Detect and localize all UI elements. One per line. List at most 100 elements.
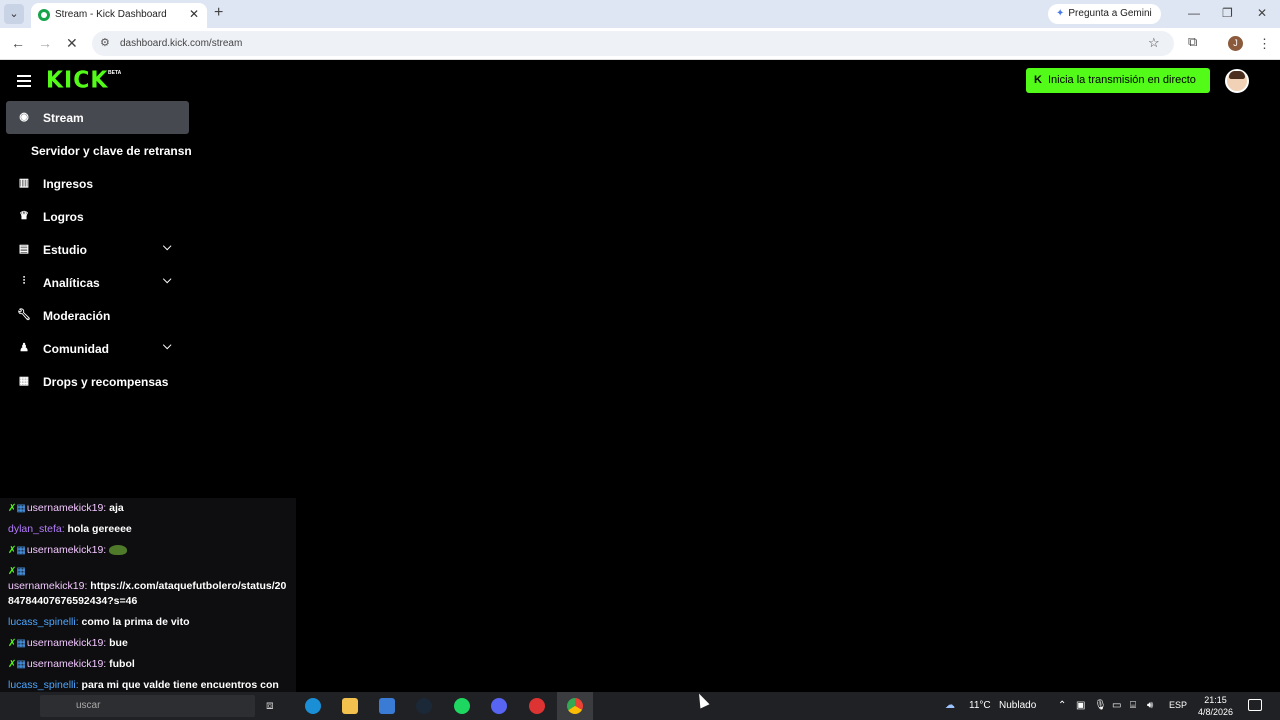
chat-text: como la prima de vito <box>81 616 190 628</box>
sidebar-item-label: Stream <box>43 111 84 125</box>
obs-icon[interactable] <box>529 698 545 714</box>
search-placeholder: uscar <box>76 700 101 711</box>
sidebar-item-analiticas[interactable]: ⫶ Analíticas ⌵ <box>6 266 196 299</box>
sidebar-item-label: Servidor y clave de retransn <box>31 144 192 158</box>
chat-overlay: ✗▦usernamekick19: aja dylan_stefa: hola … <box>0 498 296 692</box>
wrench-icon: 🔧︎ <box>17 309 31 321</box>
steam-icon[interactable] <box>416 698 432 714</box>
chat-text: fubol <box>109 658 135 670</box>
sidebar-item-label: Ingresos <box>43 177 94 191</box>
display-icon[interactable]: ▭ <box>1112 700 1121 711</box>
chat-username[interactable]: lucass_spinelli: <box>8 616 79 628</box>
site-settings-icon[interactable]: ⚙ <box>100 36 110 49</box>
spotify-icon[interactable] <box>454 698 470 714</box>
moderator-badge-icon: ✗▦ <box>8 659 26 670</box>
chat-username[interactable]: usernamekick19: <box>27 637 106 649</box>
discord-icon[interactable] <box>491 698 507 714</box>
weather-temp[interactable]: 11°C <box>969 700 991 711</box>
chat-text: aja <box>109 502 124 514</box>
analytics-icon: ⫶ <box>22 275 26 287</box>
bookmark-star-icon[interactable]: ☆ <box>1148 35 1160 51</box>
tab-search-chevron-icon[interactable]: ⌄ <box>4 4 24 24</box>
sidebar-item-label: Moderación <box>43 309 111 323</box>
file-explorer-icon[interactable] <box>342 698 358 714</box>
clock[interactable]: 21:15 4/8/2026 <box>1198 694 1233 718</box>
chat-text: bue <box>109 637 128 649</box>
sidebar-item-server-key[interactable]: Servidor y clave de retransn <box>6 134 196 167</box>
tab-kick-dashboard[interactable]: Stream - Kick Dashboard ✕ <box>31 3 207 28</box>
extensions-icon[interactable]: ⧉ <box>1188 34 1197 50</box>
language-indicator[interactable]: ESP <box>1169 700 1187 710</box>
stop-loading-icon[interactable]: ✕ <box>66 35 78 52</box>
chat-message: lucass_spinelli: como la prima de vito <box>0 612 296 633</box>
chevron-down-icon[interactable]: ⌵ <box>163 274 171 287</box>
hamburger-menu-icon[interactable] <box>17 75 31 87</box>
chat-username[interactable]: usernamekick19: <box>27 658 106 670</box>
profile-avatar[interactable]: J <box>1228 36 1243 51</box>
gemini-label: Pregunta a Gemini <box>1068 8 1152 19</box>
beta-badge: BETA <box>108 70 122 76</box>
clock-time: 21:15 <box>1204 695 1227 705</box>
chrome-icon[interactable] <box>567 698 583 714</box>
kick-k-icon: K <box>1034 74 1042 86</box>
tray-chevron-icon[interactable]: ⌃ <box>1058 700 1066 711</box>
close-window-button[interactable]: ✕ <box>1257 6 1267 20</box>
gemini-button[interactable]: ✦ Pregunta a Gemini <box>1048 4 1161 24</box>
chevron-down-icon[interactable]: ⌵ <box>163 340 171 353</box>
start-live-label: Inicia la transmisión en directo <box>1047 74 1196 86</box>
chat-text: hola gereeee <box>67 523 132 535</box>
sidebar-item-moderacion[interactable]: 🔧︎ Moderación <box>6 299 196 332</box>
sidebar-item-stream[interactable]: ◉ Stream <box>6 101 189 134</box>
network-icon[interactable]: ⌸ <box>1130 700 1136 711</box>
taskbar-search[interactable]: uscar <box>40 695 255 717</box>
volume-icon[interactable]: 🔊︎ <box>1147 700 1153 711</box>
notifications-icon[interactable] <box>1248 699 1262 711</box>
address-bar[interactable]: ⚙ dashboard.kick.com/stream ☆ <box>92 31 1174 56</box>
cloud-icon: ☁ <box>945 700 955 711</box>
sidebar-item-logros[interactable]: ♛ Logros <box>6 200 196 233</box>
task-view-icon[interactable]: ⧈ <box>266 698 282 714</box>
forward-arrow-icon[interactable]: → <box>38 35 52 51</box>
moderator-badge-icon: ✗▦ <box>8 638 26 649</box>
url-text[interactable]: dashboard.kick.com/stream <box>120 38 242 49</box>
browser-menu-icon[interactable]: ⋮ <box>1258 36 1271 52</box>
browser-tab-bar: ⌄ Stream - Kick Dashboard ✕ + ✦ Pregunta … <box>0 0 1280 28</box>
tray-app-icon[interactable]: ▣ <box>1076 700 1085 711</box>
kick-logo[interactable]: KICK <box>46 67 108 93</box>
chevron-down-icon[interactable]: ⌵ <box>163 241 171 254</box>
new-tab-button[interactable]: + <box>214 4 223 22</box>
user-avatar[interactable] <box>1225 69 1249 93</box>
windows-taskbar: uscar ⧈ ☁ 11°C Nublado ⌃ ▣ 🎙︎ ▭ ⌸ 🔊︎ ESP… <box>0 692 1280 720</box>
store-icon[interactable] <box>379 698 395 714</box>
bar-chart-icon: ▥ <box>18 177 30 189</box>
kick-favicon-icon <box>38 9 50 21</box>
chat-username[interactable]: lucass_spinelli: <box>8 679 79 691</box>
broadcast-icon: ◉ <box>19 111 29 123</box>
sidebar-item-estudio[interactable]: ▤ Estudio ⌵ <box>6 233 196 266</box>
restore-button[interactable]: ❐ <box>1222 6 1233 20</box>
edge-icon[interactable] <box>305 698 321 714</box>
start-live-button[interactable]: K Inicia la transmisión en directo <box>1026 68 1210 93</box>
back-arrow-icon[interactable]: ← <box>11 35 25 51</box>
chat-username[interactable]: usernamekick19: <box>27 544 106 556</box>
tab-close-icon[interactable]: ✕ <box>189 7 199 21</box>
weather-desc[interactable]: Nublado <box>999 700 1036 711</box>
chat-username[interactable]: usernamekick19: <box>8 580 87 592</box>
chat-message: ✗▦usernamekick19: bue <box>0 633 296 654</box>
chat-message: dylan_stefa: hola gereeee <box>0 519 296 540</box>
chat-username[interactable]: dylan_stefa: <box>8 523 65 535</box>
microphone-icon[interactable]: 🎙︎ <box>1094 700 1107 711</box>
sidebar-item-ingresos[interactable]: ▥ Ingresos <box>6 167 196 200</box>
chat-message: ✗▦usernamekick19: <box>0 540 296 561</box>
minimize-button[interactable]: — <box>1188 6 1200 20</box>
sidebar-item-comunidad[interactable]: ♟ Comunidad ⌵ <box>6 332 196 365</box>
chat-message: ✗▦usernamekick19: fubol <box>0 654 296 675</box>
chat-username[interactable]: usernamekick19: <box>27 502 106 514</box>
clock-date: 4/8/2026 <box>1198 707 1234 717</box>
gemini-sparkle-icon: ✦ <box>1056 8 1065 19</box>
trophy-icon: ♛ <box>19 210 29 222</box>
moderator-badge-icon: ✗▦ <box>8 566 26 577</box>
sidebar-item-drops[interactable]: ▦ Drops y recompensas <box>6 365 196 398</box>
address-toolbar: ← → ✕ ⚙ dashboard.kick.com/stream ☆ <box>0 28 1280 60</box>
moderator-badge-icon: ✗▦ <box>8 545 26 556</box>
